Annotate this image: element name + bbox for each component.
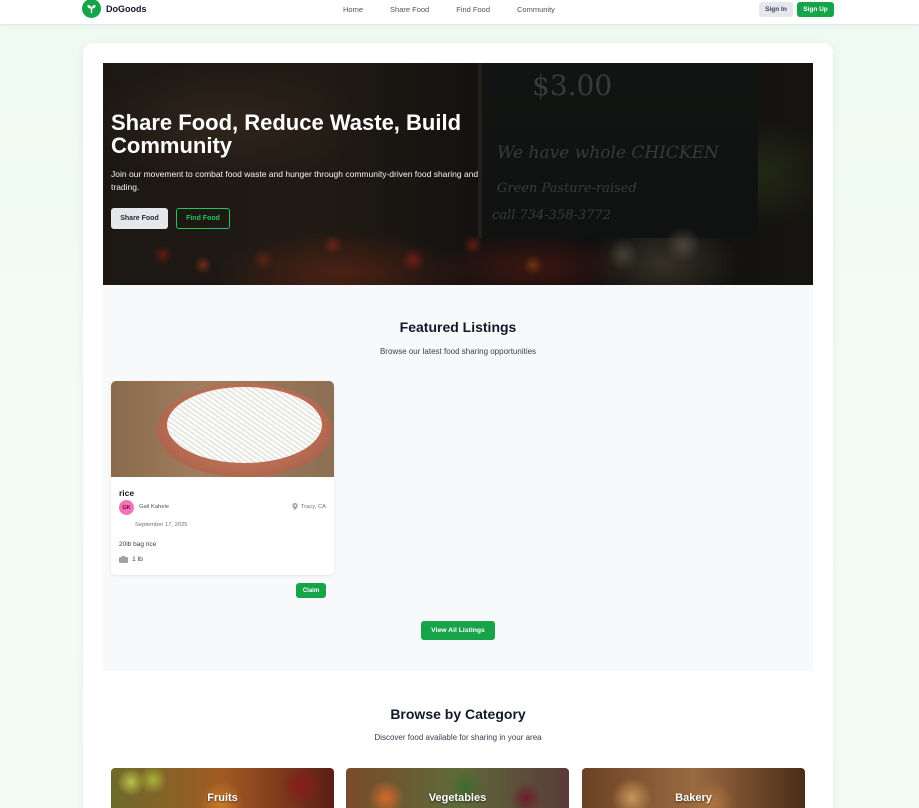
categories-subtitle: Discover food available for sharing in y… (374, 733, 542, 742)
nav-link-home[interactable]: Home (343, 5, 363, 14)
listing-title: rice (119, 488, 135, 498)
hero-title: Share Food, Reduce Waste, Build Communit… (111, 110, 462, 158)
listing-body: rice GK Gail Kahele Tracy, CA September … (119, 488, 326, 563)
find-food-button[interactable]: Find Food (176, 208, 230, 229)
claim-button[interactable]: Claim (296, 583, 326, 598)
nav-links: Home Share Food Find Food Community (343, 5, 555, 14)
featured-listings-section: Featured Listings Browse our latest food… (103, 285, 813, 671)
nav-link-find-food[interactable]: Find Food (456, 5, 490, 14)
listing-date: September 17, 2025 (135, 522, 188, 528)
featured-title: Featured Listings (399, 319, 517, 335)
hero-subtitle: Join our movement to combat food waste a… (111, 169, 479, 192)
share-food-button[interactable]: Share Food (111, 208, 168, 229)
hero-buttons: Share Food Find Food (111, 208, 511, 229)
top-navbar: DoGoods Home Share Food Find Food Commun… (0, 0, 919, 25)
category-label: Vegetables (428, 792, 487, 804)
package-icon (119, 556, 128, 563)
owner-name: Gail Kahele (139, 504, 169, 510)
listing-card[interactable]: rice GK Gail Kahele Tracy, CA September … (111, 381, 334, 575)
nav-link-community[interactable]: Community (517, 5, 555, 14)
map-pin-icon (292, 503, 298, 510)
brand-name: DoGoods (106, 3, 147, 14)
rice-image (167, 387, 322, 463)
nav-link-share-food[interactable]: Share Food (390, 5, 429, 14)
auth-actions: Sign In Sign Up (759, 2, 834, 17)
category-card-bakery[interactable]: Bakery (582, 768, 805, 808)
category-label: Fruits (207, 792, 238, 804)
main-container: $3.00 We have whole CHICKEN Green Pastur… (83, 43, 833, 808)
hero-banner: $3.00 We have whole CHICKEN Green Pastur… (103, 63, 813, 285)
category-card-vegetables[interactable]: Vegetables (346, 768, 569, 808)
categories-title: Browse by Category (390, 706, 526, 722)
sign-up-button[interactable]: Sign Up (797, 2, 834, 17)
featured-subtitle: Browse our latest food sharing opportuni… (379, 347, 537, 356)
listing-image (111, 381, 334, 477)
listing-description: 20lb bag rice (119, 541, 157, 548)
location: Tracy, CA (292, 503, 326, 510)
hero-content: Share Food, Reduce Waste, Build Communit… (111, 111, 511, 229)
sign-in-button[interactable]: Sign In (759, 2, 793, 17)
avatar: GK (119, 500, 134, 515)
owner-row: GK Gail Kahele Tracy, CA (119, 500, 326, 516)
listing-quantity: 1 lb (132, 556, 143, 563)
quantity-row: 1 lb (119, 556, 143, 563)
sprout-logo-icon (82, 0, 101, 18)
location-text: Tracy, CA (300, 503, 326, 510)
category-card-fruits[interactable]: Fruits (111, 768, 334, 808)
view-all-listings-button[interactable]: View All Listings (421, 621, 495, 640)
category-label: Bakery (675, 792, 712, 804)
brand[interactable]: DoGoods (82, 0, 147, 19)
